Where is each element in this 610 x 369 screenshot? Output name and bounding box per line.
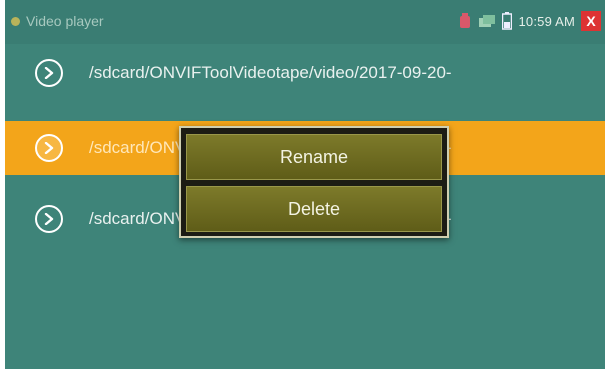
play-icon[interactable] <box>35 205 63 233</box>
close-button[interactable]: X <box>581 11 601 31</box>
status-bar: Video player 10:59 AM X <box>5 0 605 44</box>
network-icon <box>478 13 496 29</box>
rename-button[interactable]: Rename <box>186 134 442 180</box>
file-path: /sdcard/ONVIFToolVideotape/video/2017-09… <box>89 63 452 82</box>
play-icon[interactable] <box>35 59 63 87</box>
app-title-group: Video player <box>11 11 104 31</box>
app-title: Video player <box>26 13 104 29</box>
video-player-screen: Video player 10:59 AM X /sdcard/ONVIFToo… <box>5 0 605 369</box>
battery-icon <box>502 12 513 30</box>
play-icon[interactable] <box>35 134 63 162</box>
status-icons: 10:59 AM X <box>458 10 601 32</box>
clock: 10:59 AM <box>518 13 575 29</box>
delete-button[interactable]: Delete <box>186 186 442 232</box>
context-menu: Rename Delete <box>179 126 449 238</box>
app-indicator-icon <box>11 16 20 26</box>
file-row[interactable]: /sdcard/ONVIFToolVideotape/video/2017-09… <box>5 46 605 100</box>
record-icon <box>458 12 472 30</box>
